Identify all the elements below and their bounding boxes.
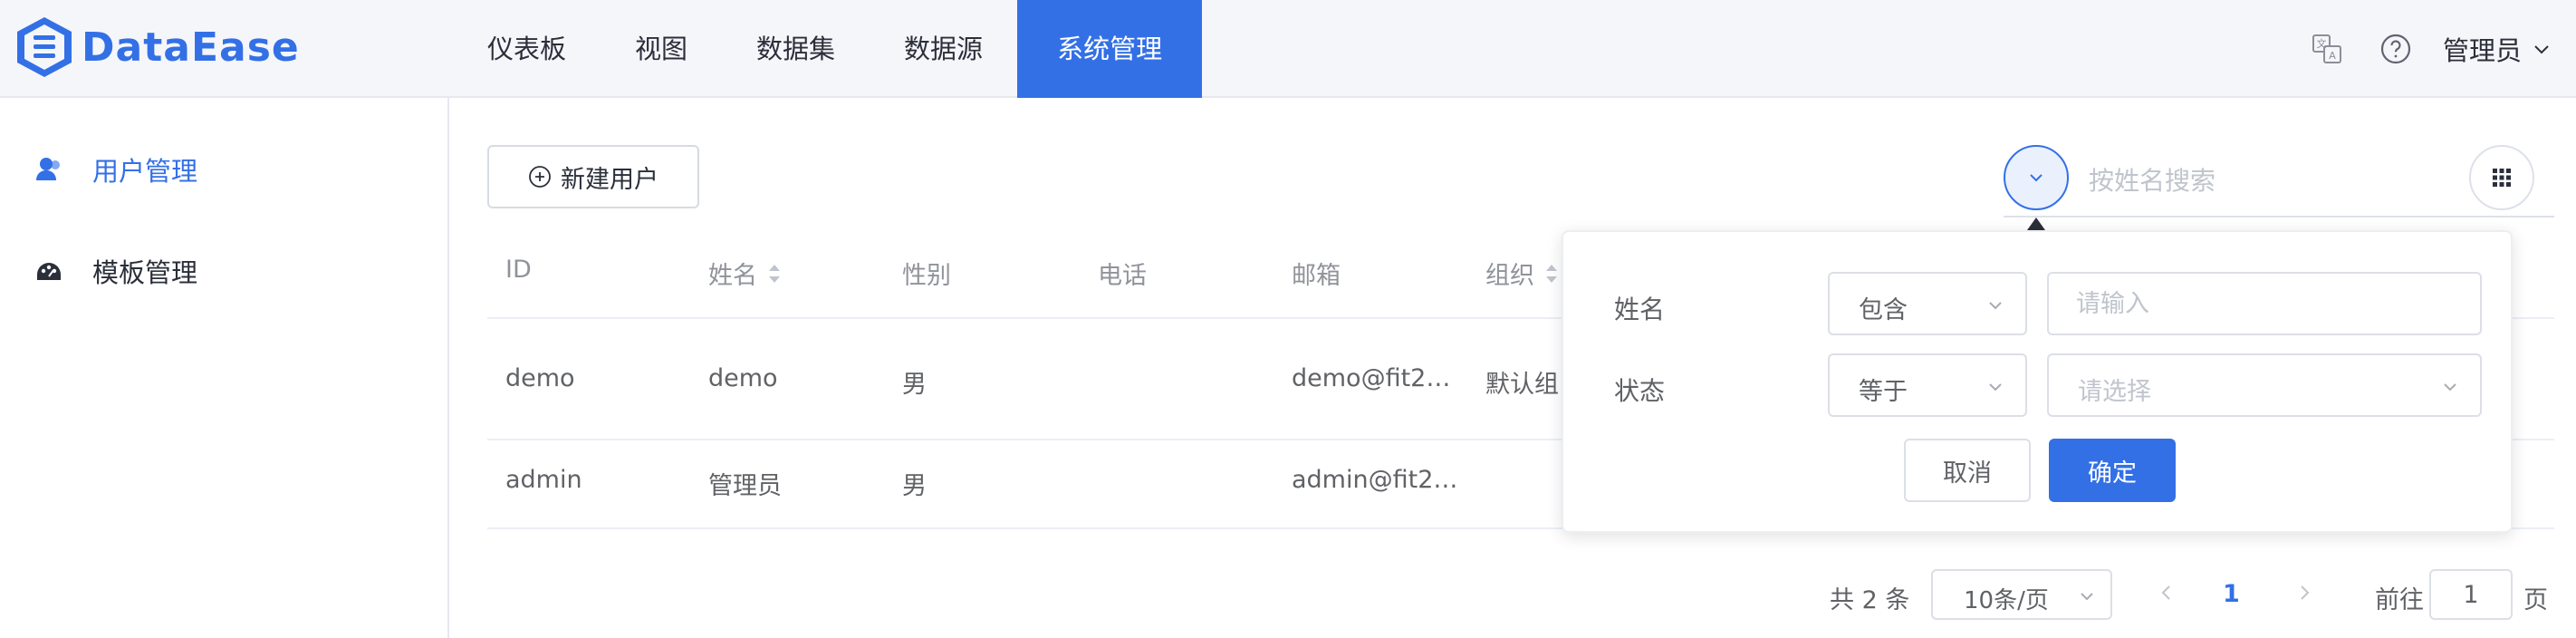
goto-page-input[interactable] [2429, 569, 2513, 620]
top-header: DataEase 仪表板 视图 数据集 数据源 系统管理 文 A 管理员 [0, 0, 2576, 98]
plus-circle-icon [529, 166, 551, 188]
page-number-current[interactable]: 1 [2223, 580, 2240, 608]
chevron-down-icon [1989, 383, 2002, 392]
sidebar-item-label: 模板管理 [92, 257, 198, 288]
svg-text:A: A [2329, 50, 2336, 62]
cell-id: admin [505, 466, 582, 494]
chevron-down-icon [2534, 45, 2549, 54]
chevron-down-icon [1989, 302, 2002, 310]
chevron-down-icon [2444, 383, 2456, 392]
status-filter-select[interactable]: 请选择 [2047, 353, 2482, 417]
sidebar: 用户管理 模板管理 [0, 98, 449, 638]
status-operator-value: 等于 [1859, 378, 1908, 406]
cell-name: 管理员 [708, 472, 782, 500]
name-filter-input[interactable] [2047, 272, 2482, 335]
page-size-value: 10条/页 [1964, 587, 2049, 614]
nav-dashboard[interactable]: 仪表板 [453, 0, 601, 98]
grid-icon [2493, 169, 2511, 187]
svg-text:文: 文 [2316, 37, 2326, 50]
page-size-select[interactable]: 10条/页 [1931, 569, 2112, 620]
name-operator-value: 包含 [1859, 296, 1908, 324]
prev-page-icon[interactable] [2154, 580, 2179, 605]
cell-email: admin@fit2… [1292, 466, 1458, 494]
cell-id: demo [505, 364, 575, 392]
filter-name-label: 姓名 [1614, 295, 1666, 324]
pagination-total: 共 2 条 [1830, 586, 1910, 614]
help-icon[interactable] [2379, 33, 2412, 65]
sidebar-item-label: 用户管理 [92, 156, 198, 187]
column-header-id: ID [505, 256, 532, 284]
search-input[interactable] [2087, 160, 2453, 201]
user-name: 管理员 [2442, 35, 2522, 66]
language-icon[interactable]: 文 A [2311, 33, 2343, 65]
sidebar-item-user-management[interactable]: 用户管理 [34, 150, 197, 188]
header-actions: 文 A 管理员 [2274, 0, 2552, 98]
nav-dataset[interactable]: 数据集 [722, 0, 870, 98]
new-user-label: 新建用户 [561, 165, 658, 194]
column-header-gender: 性别 [902, 262, 951, 290]
status-operator-select[interactable]: 等于 [1828, 353, 2027, 417]
filter-toggle-button[interactable] [2004, 145, 2069, 210]
column-header-name[interactable]: 姓名 [708, 256, 783, 291]
chevron-down-icon [2081, 593, 2093, 601]
column-header-organization[interactable]: 组织 [1485, 256, 1560, 291]
column-header-phone: 电话 [1098, 262, 1147, 290]
chevron-down-icon [2030, 174, 2043, 182]
user-menu[interactable]: 管理员 [2443, 30, 2552, 68]
nav-view[interactable]: 视图 [601, 0, 722, 98]
goto-label: 前往 [2375, 586, 2424, 614]
filter-status-label: 状态 [1614, 376, 1666, 406]
new-user-button[interactable]: 新建用户 [487, 145, 699, 208]
sidebar-item-template-management[interactable]: 模板管理 [34, 252, 197, 290]
nav-system-management[interactable]: 系统管理 [1017, 0, 1203, 98]
sort-icon[interactable] [766, 261, 783, 286]
filter-popover: 姓名 包含 状态 等于 请选择 取消 确定 [1562, 230, 2513, 533]
sort-icon[interactable] [1543, 261, 1560, 286]
status-filter-placeholder: 请选择 [2078, 378, 2151, 406]
cell-name: demo [708, 364, 778, 392]
template-icon [37, 263, 61, 280]
cell-gender: 男 [902, 371, 927, 399]
column-settings-button[interactable] [2469, 145, 2534, 210]
user-icon [36, 158, 60, 180]
page-suffix: 页 [2523, 586, 2548, 614]
nav-datasource[interactable]: 数据源 [870, 0, 1017, 98]
next-page-icon[interactable] [2292, 580, 2317, 605]
main-nav: 仪表板 视图 数据集 数据源 系统管理 [453, 0, 1203, 98]
logo-text: DataEase [82, 24, 300, 71]
popover-arrow [2027, 218, 2045, 230]
cell-email: demo@fit2… [1292, 364, 1451, 392]
dataease-logo-icon [17, 17, 72, 77]
column-header-email: 邮箱 [1292, 262, 1341, 290]
cell-organization: 默认组 [1485, 371, 1559, 399]
name-operator-select[interactable]: 包含 [1828, 272, 2027, 335]
confirm-button[interactable]: 确定 [2049, 439, 2176, 502]
app-logo[interactable]: DataEase [14, 14, 300, 80]
cancel-button[interactable]: 取消 [1904, 439, 2031, 502]
cell-gender: 男 [902, 472, 927, 500]
